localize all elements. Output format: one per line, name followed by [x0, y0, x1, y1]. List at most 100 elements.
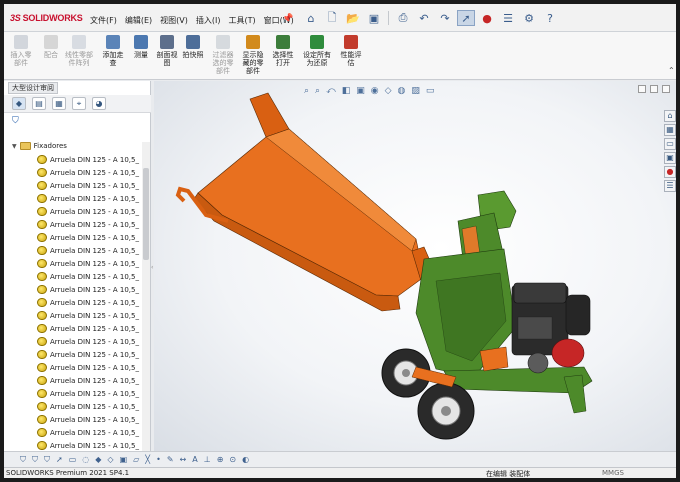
tree-item[interactable]: Arruela DIN 125 - A 10,5_: [37, 388, 139, 399]
sketch-icon[interactable]: ✎: [167, 455, 174, 464]
solidworks-window: 3S SOLIDWORKS 文件(F) 编辑(E) 视图(V) 插入(I) 工具(…: [4, 4, 676, 478]
chevron-up-icon[interactable]: ⌃: [668, 66, 675, 75]
undo-icon[interactable]: ↶: [415, 10, 433, 26]
menu-file[interactable]: 文件(F): [90, 15, 117, 26]
tree-item[interactable]: Arruela DIN 125 - A 10,5_: [37, 336, 139, 347]
measure-label: 测量: [134, 51, 148, 59]
filter-icon[interactable]: ⛉: [12, 116, 19, 126]
select-icon[interactable]: ➚: [457, 10, 475, 26]
orange-plate: [479, 346, 509, 372]
tree-item[interactable]: Arruela DIN 125 - A 10,5_: [37, 167, 139, 178]
chute-top-panel: [249, 92, 290, 138]
tree-item[interactable]: Arruela DIN 125 - A 10,5_: [37, 440, 139, 451]
tree-item[interactable]: Arruela DIN 125 - A 10,5_: [37, 232, 139, 243]
tree-item[interactable]: Arruela DIN 125 - A 10,5_: [37, 154, 139, 165]
display-manager-tab-icon[interactable]: ◕: [92, 97, 106, 110]
graphics-viewport[interactable]: ⌕ ⌕ ⤺ ◧ ▣ ◉ ◇ ◍ ▨ ▭: [154, 81, 676, 451]
redo-icon[interactable]: ↷: [436, 10, 454, 26]
tree-item[interactable]: Arruela DIN 125 - A 10,5_: [37, 401, 139, 412]
large-design-review-tab[interactable]: 大型设计审阅: [8, 82, 58, 94]
options-icon[interactable]: ⚙: [520, 10, 538, 26]
part-icon: [37, 233, 47, 242]
dimxpert-tab-icon[interactable]: ⌖: [72, 97, 86, 110]
save-icon[interactable]: ▣: [365, 10, 383, 26]
solidworks-resources-icon[interactable]: ⌂: [664, 110, 676, 122]
set-resolved-button[interactable]: 设定所有 为还原: [300, 35, 334, 67]
design-library-icon[interactable]: ▦: [664, 124, 676, 136]
plane-icon[interactable]: ▱: [133, 455, 139, 464]
lasso-select-icon[interactable]: ◌: [82, 455, 89, 464]
open-icon[interactable]: 📂: [344, 10, 362, 26]
custom-properties-icon[interactable]: ☰: [664, 180, 676, 192]
set-resolved-label: 设定所有 为还原: [303, 51, 331, 67]
selective-open-button[interactable]: 选择性 打开: [268, 35, 298, 67]
tree-item[interactable]: Arruela DIN 125 - A 10,5_: [37, 375, 139, 386]
configuration-manager-tab-icon[interactable]: ▦: [52, 97, 66, 110]
tree-folder-fixadores[interactable]: ▼ Fixadores: [12, 141, 67, 151]
reference-icon[interactable]: ⊕: [217, 455, 224, 464]
vertex-filter-icon[interactable]: ⛉: [32, 455, 38, 465]
tree-item[interactable]: Arruela DIN 125 - A 10,5_: [37, 271, 139, 282]
chevron-down-icon[interactable]: ▼: [12, 143, 17, 150]
performance-evaluation-button[interactable]: 性能评 估: [336, 35, 366, 67]
dimension-icon[interactable]: ↔: [180, 455, 187, 464]
tree-item[interactable]: Arruela DIN 125 - A 10,5_: [37, 219, 139, 230]
weld-icon[interactable]: ⊥: [204, 455, 211, 464]
pin-icon[interactable]: 📌: [282, 14, 293, 24]
property-manager-tab-icon[interactable]: ▤: [32, 97, 46, 110]
print-icon[interactable]: ⎙: [394, 10, 412, 26]
tree-item[interactable]: Arruela DIN 125 - A 10,5_: [37, 362, 139, 373]
insert-component-button[interactable]: 插入零 部件: [6, 35, 36, 67]
insert-component-icon: [14, 35, 28, 49]
tree-item[interactable]: Arruela DIN 125 - A 10,5_: [37, 349, 139, 360]
point-icon[interactable]: •: [156, 455, 161, 464]
tree-item[interactable]: Arruela DIN 125 - A 10,5_: [37, 180, 139, 191]
mate-button[interactable]: 配合: [36, 35, 66, 59]
tree-item[interactable]: Arruela DIN 125 - A 10,5_: [37, 245, 139, 256]
home-icon[interactable]: ⌂: [302, 10, 320, 26]
scrollbar-thumb[interactable]: [143, 168, 149, 260]
appearances-icon[interactable]: ●: [664, 166, 676, 178]
tree-item[interactable]: Arruela DIN 125 - A 10,5_: [37, 310, 139, 321]
help-icon[interactable]: ?: [541, 10, 559, 26]
feature-tree-tab-icon[interactable]: ◆: [12, 97, 26, 110]
filter-components-button[interactable]: 过滤器 选的零 部件: [208, 35, 238, 75]
section-view-label: 剖面视 图: [156, 51, 178, 67]
body-icon[interactable]: ▣: [120, 455, 128, 464]
menu-insert[interactable]: 插入(I): [196, 15, 221, 26]
view-palette-icon[interactable]: ▣: [664, 152, 676, 164]
measure-icon: [134, 35, 148, 49]
tree-item[interactable]: Arruela DIN 125 - A 10,5_: [37, 206, 139, 217]
file-explorer-icon[interactable]: ▭: [664, 138, 676, 150]
menu-tools[interactable]: 工具(T): [228, 15, 255, 26]
linear-pattern-button[interactable]: 线性零部 件阵列: [64, 35, 94, 67]
mate-icon[interactable]: ⊙: [229, 455, 236, 464]
part-icon[interactable]: ◆: [95, 455, 101, 464]
file-properties-icon[interactable]: ☰: [499, 10, 517, 26]
filter-icon[interactable]: ⛉: [20, 455, 26, 465]
toggle-icon[interactable]: ◐: [242, 455, 249, 464]
menu-view[interactable]: 视图(V): [160, 15, 188, 26]
tree-item[interactable]: Arruela DIN 125 - A 10,5_: [37, 297, 139, 308]
tree-item[interactable]: Arruela DIN 125 - A 10,5_: [37, 193, 139, 204]
units-text[interactable]: MMGS: [602, 469, 624, 477]
add-walkthrough-button[interactable]: 添加走 查: [98, 35, 128, 67]
tree-item[interactable]: Arruela DIN 125 - A 10,5_: [37, 427, 139, 438]
menu-edit[interactable]: 编辑(E): [125, 15, 152, 26]
tree-item[interactable]: Arruela DIN 125 - A 10,5_: [37, 284, 139, 295]
snapshot-button[interactable]: 拍快照: [178, 35, 208, 59]
engine-pulley: [527, 352, 549, 374]
annotation-icon[interactable]: A: [192, 455, 197, 464]
tree-scrollbar[interactable]: [142, 142, 150, 454]
new-icon[interactable]: 🗋: [323, 10, 341, 26]
face-icon[interactable]: ◇: [107, 455, 113, 464]
tree-item[interactable]: Arruela DIN 125 - A 10,5_: [37, 414, 139, 425]
rebuild-icon[interactable]: ●: [478, 10, 496, 26]
tree-item[interactable]: Arruela DIN 125 - A 10,5_: [37, 323, 139, 334]
tree-item[interactable]: Arruela DIN 125 - A 10,5_: [37, 258, 139, 269]
edge-filter-icon[interactable]: ⛉: [44, 455, 50, 465]
axis-icon[interactable]: ╳: [145, 455, 150, 464]
show-hidden-components-button[interactable]: 显示隐 藏的零 部件: [238, 35, 268, 75]
box-select-icon[interactable]: ▭: [69, 455, 77, 464]
select-arrow-icon[interactable]: ➚: [56, 455, 63, 464]
